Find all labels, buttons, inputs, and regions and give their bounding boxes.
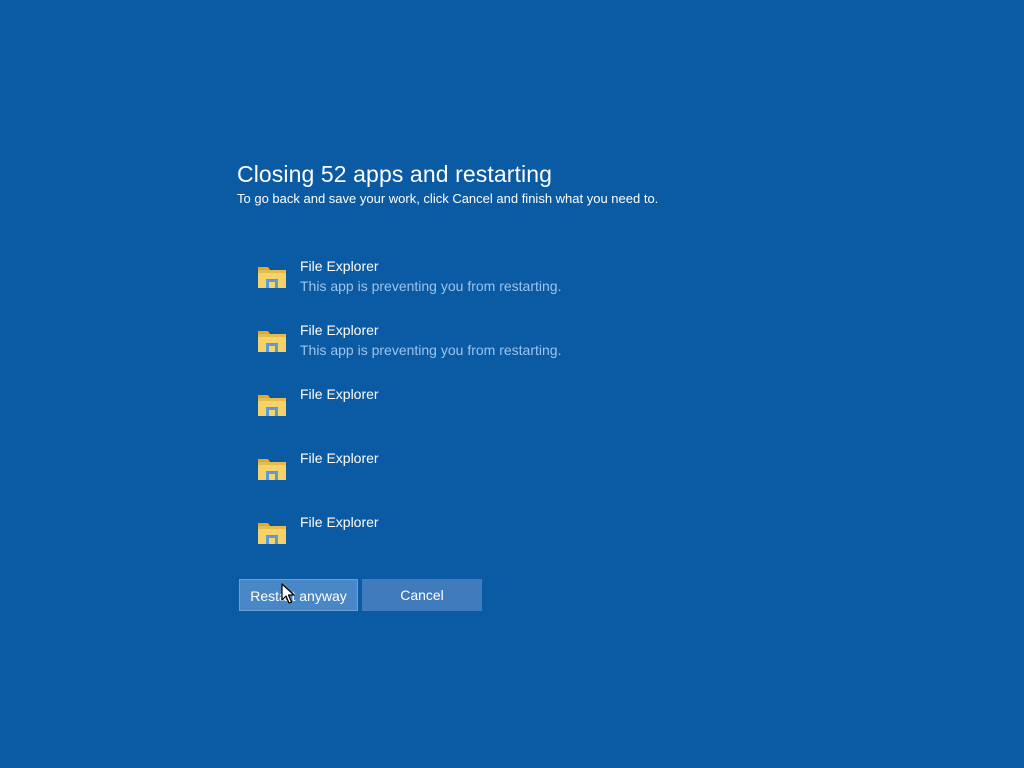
app-status: This app is preventing you from restarti…: [300, 278, 562, 294]
app-status: This app is preventing you from restarti…: [300, 342, 562, 358]
file-explorer-icon: [258, 395, 286, 416]
app-name: File Explorer: [300, 450, 379, 466]
restart-screen: Closing 52 apps and restarting To go bac…: [0, 0, 1024, 768]
file-explorer-icon: [258, 459, 286, 480]
app-name: File Explorer: [300, 258, 379, 274]
list-item: File Explorer: [256, 512, 756, 576]
list-item: File Explorer This app is preventing you…: [256, 256, 756, 320]
file-explorer-icon: [258, 331, 286, 352]
page-subtitle: To go back and save your work, click Can…: [237, 191, 659, 206]
app-name: File Explorer: [300, 386, 379, 402]
app-list: File Explorer This app is preventing you…: [256, 256, 756, 576]
dialog-header: Closing 52 apps and restarting To go bac…: [237, 158, 837, 208]
cancel-button[interactable]: Cancel: [362, 579, 482, 611]
list-item: File Explorer: [256, 384, 756, 448]
file-explorer-icon: [258, 267, 286, 288]
restart-anyway-button[interactable]: Restart anyway: [239, 579, 358, 611]
app-name: File Explorer: [300, 514, 379, 530]
file-explorer-icon: [258, 523, 286, 544]
list-item: File Explorer: [256, 448, 756, 512]
list-item: File Explorer This app is preventing you…: [256, 320, 756, 384]
page-title: Closing 52 apps and restarting: [237, 161, 552, 187]
app-name: File Explorer: [300, 322, 379, 338]
mouse-cursor-icon: [281, 583, 295, 604]
